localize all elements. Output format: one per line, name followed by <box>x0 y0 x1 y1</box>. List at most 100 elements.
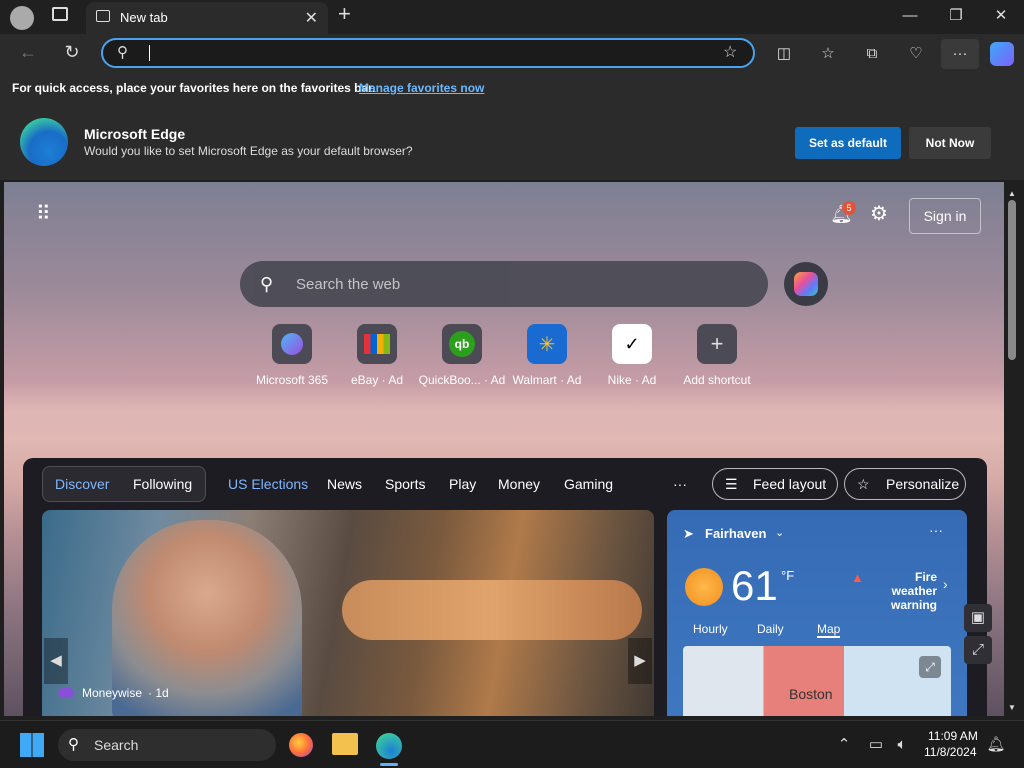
weather-card[interactable]: ➤ Fairhaven ⌄ ··· 61 °F ▲ Fire weather w… <box>667 510 967 716</box>
volume-muted-icon[interactable]: 🔈︎ <box>892 735 912 755</box>
tab-money[interactable]: Money <box>498 476 540 492</box>
search-icon: ⚲ <box>117 44 128 61</box>
nike-icon: ✓ <box>612 324 652 364</box>
firefox-icon[interactable] <box>289 733 313 757</box>
apps-launcher-icon[interactable]: ⠿ <box>36 204 51 224</box>
search-icon: ⚲ <box>68 736 79 753</box>
sun-icon <box>685 568 723 606</box>
carousel-next-icon[interactable]: ▶ <box>628 638 652 684</box>
network-icon[interactable]: ▭ <box>866 735 886 755</box>
wallpaper-info-icon[interactable]: ▣ <box>964 604 992 632</box>
favorites-icon[interactable]: ☆ <box>818 44 838 64</box>
fullscreen-icon[interactable]: ⤢ <box>964 636 992 664</box>
personalize-button[interactable]: ☆ Personalize <box>844 468 966 500</box>
tab-new-tab[interactable]: New tab ✕ <box>86 2 328 34</box>
hero-news-card[interactable]: ◀ ▶ Moneywise · 1d <box>42 510 654 716</box>
new-tab-icon[interactable]: + <box>338 3 351 25</box>
chevron-down-icon[interactable]: ⌄ <box>775 526 784 539</box>
chevron-up-icon[interactable]: ⌃ <box>836 735 852 755</box>
add-shortcut[interactable]: + Add shortcut <box>672 324 762 387</box>
copilot-button[interactable] <box>784 262 828 306</box>
news-feed: Discover Following US Elections News Spo… <box>23 458 987 716</box>
more-tabs-button[interactable]: ··· <box>673 476 687 492</box>
weather-temperature: 61 <box>731 562 778 609</box>
favorites-bar: For quick access, place your favorites h… <box>0 74 1024 102</box>
taskbar-search[interactable]: ⚲ Search <box>58 729 276 761</box>
weather-tab-hourly[interactable]: Hourly <box>693 622 728 636</box>
tab-gaming[interactable]: Gaming <box>564 476 613 492</box>
chevron-right-icon[interactable]: › <box>943 576 948 592</box>
profile-icon[interactable] <box>10 6 34 30</box>
feed-layout-label: Feed layout <box>753 476 827 492</box>
tab-title: New tab <box>120 10 168 25</box>
file-explorer-icon[interactable] <box>332 733 358 755</box>
edge-logo-icon <box>20 118 68 166</box>
search-icon: ⚲ <box>260 274 274 294</box>
tab-play[interactable]: Play <box>449 476 476 492</box>
settings-gear-icon[interactable]: ⚙ <box>870 204 888 224</box>
tab-discover[interactable]: Discover <box>55 476 109 492</box>
browser-essentials-icon[interactable]: ♡ <box>906 44 926 64</box>
hero-food-image <box>342 580 642 640</box>
refresh-icon[interactable]: ↻ <box>62 42 82 62</box>
horizon-glow <box>4 382 1004 442</box>
clock-time[interactable]: 11:09 AM <box>928 729 978 743</box>
shortcut-ebay[interactable]: eBay · Ad <box>332 324 422 387</box>
scrollbar-thumb[interactable] <box>1008 200 1016 360</box>
weather-more-icon[interactable]: ··· <box>929 522 943 538</box>
hero-source: Moneywise <box>82 686 143 700</box>
shortcut-walmart[interactable]: ✳ Walmart · Ad <box>502 324 592 387</box>
sign-in-button[interactable]: Sign in <box>909 198 981 234</box>
weather-tab-daily[interactable]: Daily <box>757 622 784 636</box>
favorite-star-icon[interactable]: ☆ <box>723 43 737 63</box>
location-arrow-icon: ➤ <box>683 526 694 541</box>
edge-taskbar-icon[interactable] <box>376 733 402 759</box>
clock-date[interactable]: 11/8/2024 <box>924 745 977 759</box>
start-windows-icon[interactable] <box>20 733 44 757</box>
close-tab-icon[interactable]: ✕ <box>305 8 318 28</box>
shortcut-label: Walmart · Ad <box>512 373 582 387</box>
address-bar[interactable]: ⚲ ☆ <box>101 38 755 68</box>
plus-icon: + <box>697 324 737 364</box>
microsoft-365-icon <box>272 324 312 364</box>
more-menu-icon[interactable]: ··· <box>941 39 979 69</box>
taskbar: ⚲ Search ⌃ ▭ 🔈︎ 11:09 AM 11/8/2024 🔔︎ <box>0 720 1024 768</box>
tab-actions-icon[interactable] <box>52 7 68 21</box>
banner-subtitle: Would you like to set Microsoft Edge as … <box>84 144 413 158</box>
copilot-icon[interactable] <box>990 42 1014 66</box>
minimize-icon[interactable]: — <box>900 6 920 26</box>
tab-us-elections[interactable]: US Elections <box>228 476 308 492</box>
not-now-button[interactable]: Not Now <box>909 127 991 159</box>
weather-tab-map[interactable]: Map <box>817 622 841 638</box>
tab-news[interactable]: News <box>327 476 362 492</box>
close-window-icon[interactable]: ✕ <box>991 6 1011 26</box>
manage-favorites-link[interactable]: Manage favorites now <box>359 81 484 95</box>
title-bar: New tab ✕ + — ❐ ✕ <box>0 0 1024 34</box>
sparkle-star-icon: ☆ <box>857 476 870 492</box>
web-search-box[interactable]: ⚲ Search the web <box>240 261 768 307</box>
notification-bell-icon[interactable]: 🔔︎ <box>986 735 1006 755</box>
hero-age: · 1d <box>148 686 169 700</box>
tab-following[interactable]: Following <box>133 476 192 492</box>
weather-alert[interactable]: Fire weather warning <box>867 570 937 612</box>
set-as-default-button[interactable]: Set as default <box>795 127 901 159</box>
weather-location[interactable]: Fairhaven <box>705 526 766 541</box>
restore-icon[interactable]: ❐ <box>946 6 966 26</box>
scroll-down-icon[interactable]: ▼ <box>1008 698 1016 718</box>
feed-layout-button[interactable]: ☰ Feed layout <box>712 468 838 500</box>
back-icon[interactable]: ← <box>18 42 38 62</box>
shortcut-nike[interactable]: ✓ Nike · Ad <box>587 324 677 387</box>
map-city-label: Boston <box>789 686 833 702</box>
shortcut-microsoft-365[interactable]: Microsoft 365 <box>247 324 337 387</box>
expand-map-icon[interactable]: ⤢ <box>919 656 941 678</box>
publisher-logo-icon <box>58 688 74 698</box>
collections-icon[interactable]: ⧉ <box>862 44 882 64</box>
weather-map[interactable]: Boston ⤢ <box>683 646 951 716</box>
shortcut-quickbooks[interactable]: qb QuickBoo... · Ad <box>417 324 507 387</box>
split-screen-icon[interactable]: ◫ <box>774 44 794 64</box>
toolbar: ← ↻ ⚲ ☆ ◫ ☆ ⧉ ♡ ··· <box>0 34 1024 74</box>
shortcut-label: QuickBoo... · Ad <box>418 373 506 387</box>
tab-sports[interactable]: Sports <box>385 476 425 492</box>
copilot-icon <box>794 272 818 296</box>
carousel-prev-icon[interactable]: ◀ <box>44 638 68 684</box>
